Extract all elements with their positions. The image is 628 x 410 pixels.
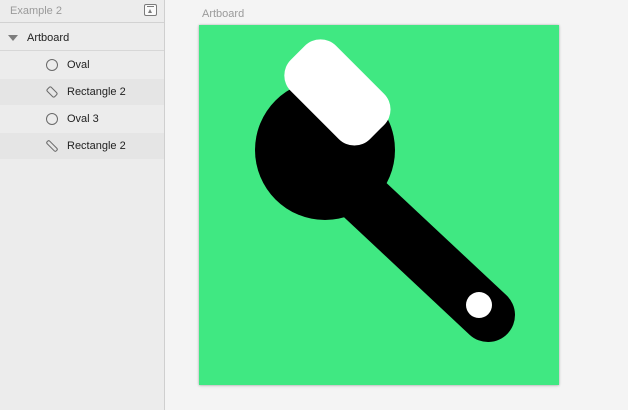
collapse-panel-icon[interactable] bbox=[144, 4, 157, 16]
layer-row-oval-3[interactable]: Oval 3 bbox=[0, 106, 164, 132]
layer-row-artboard[interactable]: Artboard bbox=[0, 25, 164, 51]
oval-icon bbox=[46, 59, 58, 71]
artboard[interactable] bbox=[199, 25, 559, 385]
layer-label: Oval 3 bbox=[67, 113, 99, 125]
page-header: Example 2 bbox=[0, 0, 164, 23]
rectangle-icon bbox=[46, 86, 58, 98]
layer-row-rectangle-2[interactable]: Rectangle 2 bbox=[0, 79, 164, 105]
rectangle-icon bbox=[46, 140, 58, 152]
canvas[interactable]: Artboard bbox=[165, 0, 628, 410]
layer-label: Rectangle 2 bbox=[67, 86, 126, 98]
layer-oval-3-hole[interactable] bbox=[466, 292, 492, 318]
layers-panel: Example 2 Artboard Oval Rectangle 2 Oval… bbox=[0, 0, 165, 410]
app-window: Example 2 Artboard Oval Rectangle 2 Oval… bbox=[0, 0, 628, 410]
layer-row-oval[interactable]: Oval bbox=[0, 52, 164, 78]
oval-icon bbox=[46, 113, 58, 125]
layer-label: Rectangle 2 bbox=[67, 140, 126, 152]
layer-label: Oval bbox=[67, 59, 90, 71]
layer-label: Artboard bbox=[27, 32, 70, 44]
page-name[interactable]: Example 2 bbox=[10, 5, 62, 17]
layer-row-rectangle-2-b[interactable]: Rectangle 2 bbox=[0, 133, 164, 159]
wrench-illustration bbox=[199, 25, 559, 385]
disclosure-triangle-icon[interactable] bbox=[8, 35, 18, 41]
artboard-title[interactable]: Artboard bbox=[202, 8, 244, 20]
